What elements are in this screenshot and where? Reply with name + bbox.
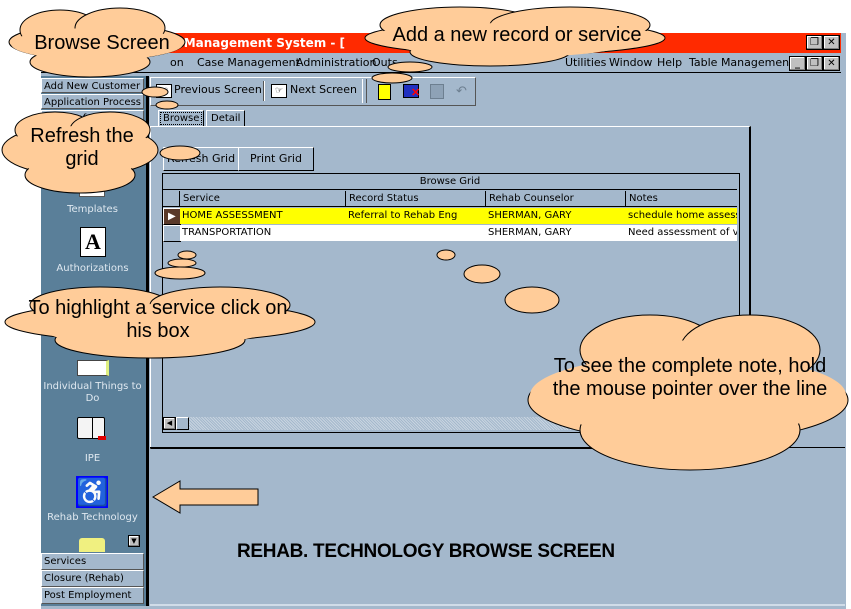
callout-add-record: Add a new record or service <box>392 24 642 46</box>
pointer-arrow <box>152 480 259 514</box>
callout-highlight-service: To highlight a service click on his box <box>28 297 288 342</box>
callout-refresh-grid: Refresh the grid <box>30 125 134 170</box>
callout-see-note: To see the complete note, hold the mouse… <box>552 355 828 400</box>
callout-browse-screen: Browse Screen <box>34 32 170 54</box>
